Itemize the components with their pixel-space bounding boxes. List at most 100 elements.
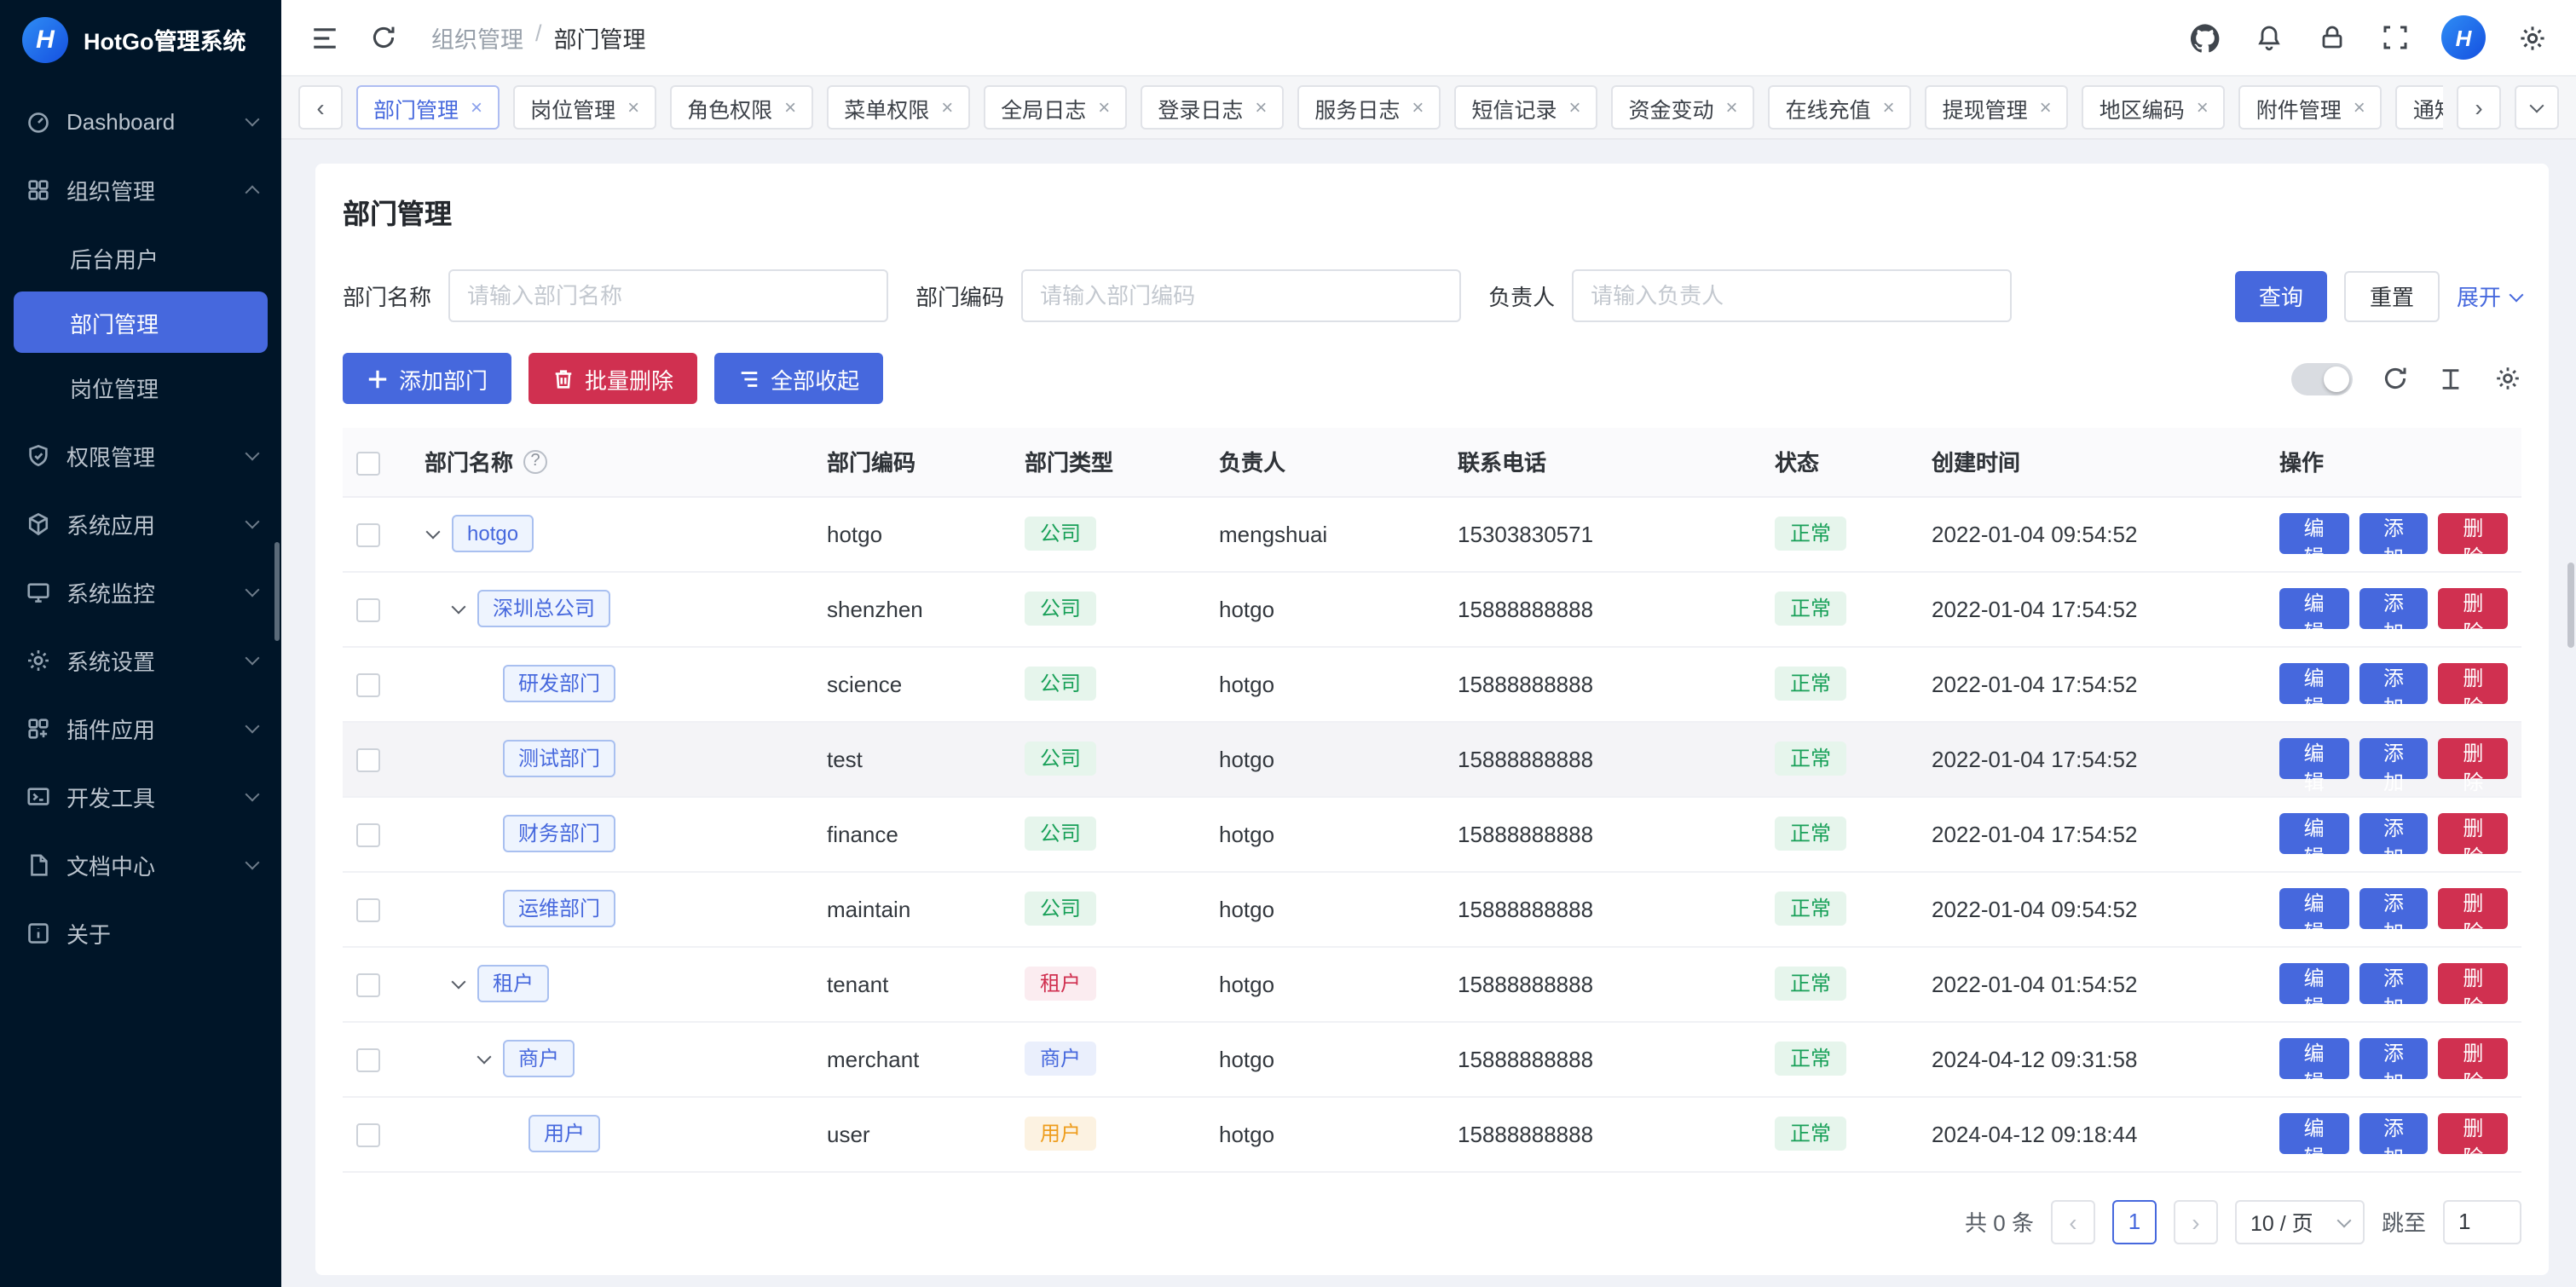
tab-post-mgmt[interactable]: 岗位管理× — [513, 85, 656, 130]
close-icon[interactable]: × — [471, 95, 482, 119]
dept-name-tag[interactable]: 商户 — [503, 1040, 575, 1077]
dept-name-tag[interactable]: 研发部门 — [503, 665, 615, 702]
query-button[interactable]: 查询 — [2235, 270, 2327, 321]
close-icon[interactable]: × — [784, 95, 796, 119]
add-button[interactable]: 添加 — [2359, 963, 2428, 1004]
lock-icon[interactable] — [2315, 21, 2348, 54]
tabs-scroll-left-button[interactable]: ‹ — [298, 85, 343, 130]
delete-button[interactable]: 删除 — [2439, 888, 2508, 929]
tab-fund-change[interactable]: 资金变动× — [1612, 85, 1755, 130]
add-button[interactable]: 添加 — [2359, 513, 2428, 554]
edit-button[interactable]: 编辑 — [2279, 663, 2348, 704]
github-icon[interactable] — [2189, 21, 2221, 54]
dept-name-tag[interactable]: hotgo — [452, 515, 534, 552]
row-checkbox[interactable] — [356, 748, 380, 772]
tab-withdraw-mgmt[interactable]: 提现管理× — [1926, 85, 2069, 130]
delete-button[interactable]: 删除 — [2439, 663, 2508, 704]
leader-input[interactable] — [1572, 269, 2012, 322]
page-size-select[interactable]: 10 / 页 — [2235, 1199, 2365, 1244]
edit-button[interactable]: 编辑 — [2279, 1113, 2348, 1154]
table-settings-icon[interactable] — [2492, 364, 2521, 393]
row-checkbox[interactable] — [356, 973, 380, 997]
sidebar-item-system-monitor[interactable]: 系统监控 — [0, 557, 281, 626]
sidebar-item-permission[interactable]: 权限管理 — [0, 421, 281, 489]
edit-button[interactable]: 编辑 — [2279, 963, 2348, 1004]
edit-button[interactable]: 编辑 — [2279, 813, 2348, 854]
add-button[interactable]: 添加 — [2359, 663, 2428, 704]
dept-name-tag[interactable]: 深圳总公司 — [477, 590, 610, 627]
tabs-scroll-right-button[interactable]: › — [2457, 85, 2501, 130]
tab-online-recharge[interactable]: 在线充值× — [1769, 85, 1912, 130]
help-icon[interactable]: ? — [523, 450, 547, 474]
add-dept-button[interactable]: 添加部门 — [343, 353, 511, 404]
close-icon[interactable]: × — [1726, 95, 1738, 119]
sidebar-item-post-mgmt[interactable]: 岗位管理 — [14, 356, 268, 418]
edit-button[interactable]: 编辑 — [2279, 588, 2348, 629]
close-icon[interactable]: × — [1098, 95, 1110, 119]
close-icon[interactable]: × — [2040, 95, 2052, 119]
tab-login-log[interactable]: 登录日志× — [1141, 85, 1284, 130]
tab-dept-mgmt[interactable]: 部门管理× — [356, 85, 500, 130]
menu-collapse-icon[interactable] — [309, 21, 341, 54]
delete-button[interactable]: 删除 — [2439, 738, 2508, 779]
sidebar-scrollbar-thumb[interactable] — [274, 542, 280, 641]
avatar[interactable]: H — [2441, 15, 2486, 60]
tab-service-log[interactable]: 服务日志× — [1297, 85, 1441, 130]
dept-name-input[interactable] — [448, 269, 888, 322]
tab-role-perm[interactable]: 角色权限× — [670, 85, 813, 130]
sidebar-item-about[interactable]: 关于 — [0, 898, 281, 967]
add-button[interactable]: 添加 — [2359, 813, 2428, 854]
dept-name-tag[interactable]: 运维部门 — [503, 890, 615, 927]
sidebar-item-org[interactable]: 组织管理 — [0, 155, 281, 223]
row-checkbox[interactable] — [356, 823, 380, 847]
page-number-button[interactable]: 1 — [2112, 1199, 2157, 1244]
row-checkbox[interactable] — [356, 523, 380, 547]
tabs-more-button[interactable] — [2515, 85, 2559, 130]
delete-button[interactable]: 删除 — [2439, 1038, 2508, 1079]
gear-icon[interactable] — [2516, 21, 2549, 54]
sidebar-item-dev-tools[interactable]: 开发工具 — [0, 762, 281, 830]
sidebar-item-system-apps[interactable]: 系统应用 — [0, 489, 281, 557]
tab-notice[interactable]: 通知公告× — [2396, 85, 2443, 130]
close-icon[interactable]: × — [941, 95, 953, 119]
next-page-button[interactable]: › — [2174, 1199, 2218, 1244]
delete-button[interactable]: 删除 — [2439, 813, 2508, 854]
row-checkbox[interactable] — [356, 673, 380, 697]
sidebar-item-backend-users[interactable]: 后台用户 — [14, 227, 268, 288]
sidebar-item-dashboard[interactable]: Dashboard — [0, 87, 281, 155]
edit-button[interactable]: 编辑 — [2279, 888, 2348, 929]
page-scrollbar-thumb[interactable] — [2567, 563, 2574, 648]
row-checkbox[interactable] — [356, 598, 380, 622]
tab-menu-perm[interactable]: 菜单权限× — [827, 85, 970, 130]
close-icon[interactable]: × — [1412, 95, 1424, 119]
tree-expand-icon[interactable] — [452, 599, 466, 614]
close-icon[interactable]: × — [627, 95, 639, 119]
row-checkbox[interactable] — [356, 1123, 380, 1147]
delete-button[interactable]: 删除 — [2439, 513, 2508, 554]
breadcrumb-parent[interactable]: 组织管理 — [431, 20, 523, 55]
add-button[interactable]: 添加 — [2359, 1113, 2428, 1154]
sidebar-item-docs[interactable]: 文档中心 — [0, 830, 281, 898]
dept-name-tag[interactable]: 租户 — [477, 965, 549, 1002]
jump-page-input[interactable] — [2443, 1199, 2521, 1244]
sidebar-item-system-settings[interactable]: 系统设置 — [0, 626, 281, 694]
row-checkbox[interactable] — [356, 898, 380, 922]
tree-expand-icon[interactable] — [426, 524, 441, 539]
striped-toggle[interactable] — [2291, 362, 2353, 395]
table-density-icon[interactable] — [2436, 364, 2465, 393]
add-button[interactable]: 添加 — [2359, 888, 2428, 929]
tab-global-log[interactable]: 全局日志× — [984, 85, 1127, 130]
tab-attachment-mgmt[interactable]: 附件管理× — [2239, 85, 2383, 130]
tree-expand-icon[interactable] — [477, 1049, 492, 1064]
close-icon[interactable]: × — [1568, 95, 1580, 119]
dept-name-tag[interactable]: 测试部门 — [503, 740, 615, 777]
close-icon[interactable]: × — [2354, 95, 2365, 119]
sidebar-item-plugins[interactable]: 插件应用 — [0, 694, 281, 762]
edit-button[interactable]: 编辑 — [2279, 738, 2348, 779]
delete-button[interactable]: 删除 — [2439, 963, 2508, 1004]
tab-sms-record[interactable]: 短信记录× — [1454, 85, 1597, 130]
add-button[interactable]: 添加 — [2359, 1038, 2428, 1079]
bell-icon[interactable] — [2252, 21, 2284, 54]
select-all-checkbox[interactable] — [356, 451, 380, 475]
sidebar-item-dept-mgmt[interactable]: 部门管理 — [14, 291, 268, 353]
